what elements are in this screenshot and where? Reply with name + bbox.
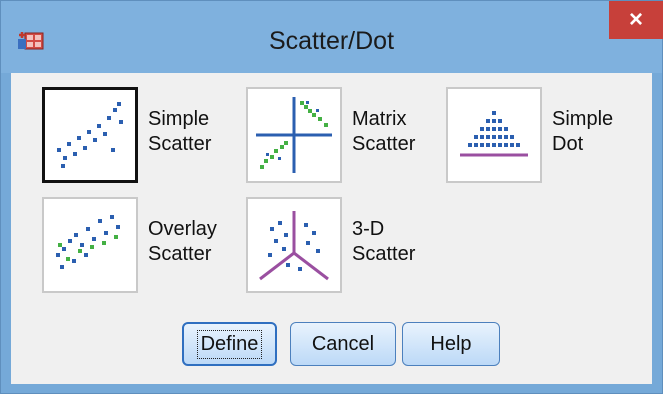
thumb-simple-scatter[interactable] xyxy=(42,87,138,183)
3d-scatter-icon xyxy=(259,211,329,281)
help-button[interactable]: Help xyxy=(402,322,500,366)
3d-scatter-label: 3-D Scatter xyxy=(352,218,416,265)
define-button[interactable]: Define xyxy=(182,322,277,366)
cancel-button-label: Cancel xyxy=(311,332,375,355)
simple-dot-icon xyxy=(460,111,528,157)
scatter-dot-dialog: Scatter/Dot × Simple Scatter Matrix Scat… xyxy=(0,0,663,394)
matrix-scatter-icon xyxy=(256,97,332,173)
thumb-overlay-scatter[interactable] xyxy=(42,197,138,293)
simple-dot-label: Simple Dot xyxy=(552,108,614,155)
define-button-label: Define xyxy=(196,329,263,359)
thumb-matrix-scatter[interactable] xyxy=(246,87,342,183)
cancel-button[interactable]: Cancel xyxy=(290,322,396,366)
thumb-3d-scatter[interactable] xyxy=(246,197,342,293)
overlay-scatter-icon xyxy=(56,215,120,269)
title-bar[interactable]: Scatter/Dot × xyxy=(1,1,663,73)
close-button[interactable]: × xyxy=(609,1,663,39)
matrix-scatter-label: Matrix Scatter xyxy=(352,108,416,155)
simple-scatter-label: Simple Scatter xyxy=(148,108,212,155)
help-button-label: Help xyxy=(430,332,472,355)
dialog-title: Scatter/Dot xyxy=(268,27,395,55)
dialog-body: Simple Scatter Matrix Scatter Simple Dot… xyxy=(11,73,652,384)
thumb-simple-dot[interactable] xyxy=(446,87,542,183)
overlay-scatter-label: Overlay Scatter xyxy=(148,218,217,265)
simple-scatter-icon xyxy=(57,102,123,168)
close-icon: × xyxy=(628,6,643,33)
